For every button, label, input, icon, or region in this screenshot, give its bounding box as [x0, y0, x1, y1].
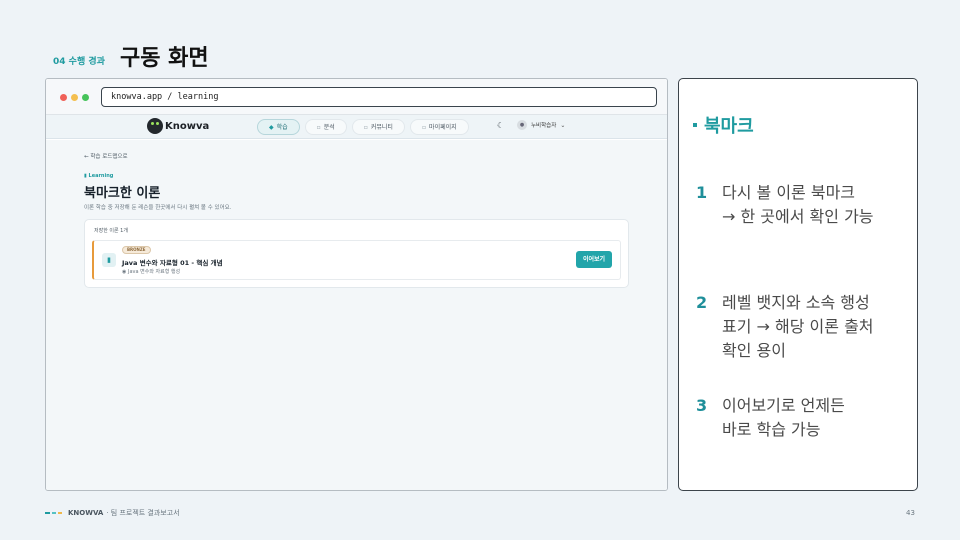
bookmark-card: 저장한 이론 1개 ▮ BRONZE Java 변수와 자료형 01 - 핵심 …	[84, 219, 629, 288]
close-window-dot[interactable]	[60, 94, 67, 101]
avatar: ●	[517, 120, 527, 130]
feature-point: 3 이어보기로 언제든바로 학습 가능	[696, 394, 845, 442]
panel-title-text: 북마크	[704, 116, 754, 137]
brand-mark-icon	[45, 512, 62, 514]
tab-analysis[interactable]: ▫ 분석	[304, 119, 347, 135]
chevron-down-icon: ⌄	[560, 121, 566, 129]
main-content: ← 학습 로드맵으로 ▮ Learning 북마크한 이론 이론 학습 중 저장…	[46, 140, 667, 490]
point-line: → 한 곳에서 확인 가능	[722, 207, 874, 226]
minimize-window-dot[interactable]	[71, 94, 78, 101]
section-pretitle: ▮ Learning	[84, 173, 113, 179]
app-logo[interactable]: Knowva	[147, 118, 209, 134]
tab-mypage[interactable]: ▫ 마이페이지	[409, 119, 469, 135]
continue-button[interactable]: 이어보기	[576, 251, 612, 268]
page-number: 43	[906, 509, 915, 517]
point-text: 이어보기로 언제든바로 학습 가능	[722, 394, 845, 442]
pretitle-text: Learning	[88, 173, 114, 179]
browser-toolbar: knowva.app / learning	[46, 79, 667, 115]
tab-community[interactable]: ▫ 커뮤니티	[351, 119, 405, 135]
tab-label: 학습	[276, 124, 288, 131]
tab-learn[interactable]: ◆ 학습	[257, 119, 300, 135]
point-text: 다시 볼 이론 북마크 → 한 곳에서 확인 가능	[722, 181, 874, 229]
mypage-icon: ▫	[421, 124, 427, 131]
user-name: 누비학습자	[531, 123, 557, 129]
learn-icon: ◆	[269, 124, 274, 131]
page-description: 이론 학습 중 저장해 둔 레슨을 한곳에서 다시 펼쳐 볼 수 있어요.	[84, 205, 232, 211]
tab-label: 분석	[323, 124, 335, 131]
point-line: 이어보기로 언제든	[722, 396, 845, 415]
tab-label: 마이페이지	[429, 124, 457, 131]
footer: KNOWVA · 팀 프로젝트 결과보고서	[45, 508, 180, 518]
logo-text: Knowva	[165, 120, 210, 132]
tab-label: 커뮤니티	[370, 124, 393, 131]
point-number: 2	[696, 293, 708, 312]
point-line: 표기 → 해당 이론 출처	[722, 317, 874, 336]
point-line: 다시 볼 이론 북마크	[722, 183, 856, 202]
point-line: 확인 용이	[722, 341, 786, 360]
list-item[interactable]: ▮ BRONZE Java 변수와 자료형 01 - 핵심 개념 ◉ Java …	[92, 240, 621, 280]
slide-title: 구동 화면	[120, 46, 209, 71]
point-line: 바로 학습 가능	[722, 420, 821, 439]
app-navbar: Knowva ◆ 학습 ▫ 분석 ▫ 커뮤니티 ▫ 마이페이지 ☾ ● 누비학습자 ⌄	[46, 115, 667, 139]
page-title: 북마크한 이론	[84, 186, 161, 201]
lesson-source: ◉ Java 변수와 자료형 행성	[122, 268, 180, 275]
browser-window: knowva.app / learning Knowva ◆ 학습 ▫ 분석 ▫ 커뮤니티…	[45, 78, 668, 491]
address-bar[interactable]: knowva.app / learning	[101, 87, 657, 107]
maximize-window-dot[interactable]	[82, 94, 89, 101]
bullet-square-icon	[693, 123, 697, 127]
nav-tabs: ◆ 학습 ▫ 분석 ▫ 커뮤니티 ▫ 마이페이지	[257, 119, 469, 135]
back-to-roadmap-link[interactable]: ← 학습 로드맵으로	[84, 152, 128, 160]
planet-icon: ◉	[122, 269, 127, 275]
source-text: Java 변수와 자료형 행성	[127, 269, 181, 275]
lesson-title[interactable]: Java 변수와 자료형 01 - 핵심 개념	[122, 257, 223, 267]
point-number: 3	[696, 396, 708, 415]
community-icon: ▫	[363, 124, 368, 131]
panel-title: 북마크	[693, 112, 754, 138]
saved-count: 저장한 이론 1개	[94, 228, 128, 234]
bookmark-icon: ▮	[102, 253, 116, 267]
dark-mode-toggle-icon[interactable]: ☾	[497, 121, 504, 130]
bookmark-icon: ▮	[84, 173, 87, 179]
footer-text: · 팀 프로젝트 결과보고서	[106, 509, 180, 517]
feature-panel: 북마크 1 다시 볼 이론 북마크 → 한 곳에서 확인 가능 2 레벨 뱃지와 소속 …	[678, 78, 918, 491]
point-line: 레벨 뱃지와 소속 행성	[722, 293, 870, 312]
feature-point: 2 레벨 뱃지와 소속 행성표기 → 해당 이론 출처확인 용이	[696, 291, 874, 363]
feature-point: 1 다시 볼 이론 북마크 → 한 곳에서 확인 가능	[696, 181, 874, 229]
level-badge: BRONZE	[122, 246, 151, 254]
point-number: 1	[696, 183, 708, 202]
section-tag: 04 수행 경과	[53, 57, 105, 67]
knowva-logo-icon	[147, 118, 163, 134]
user-menu[interactable]: ● 누비학습자 ⌄	[517, 120, 565, 130]
footer-brand: KNOWVA	[68, 509, 104, 517]
point-text: 레벨 뱃지와 소속 행성표기 → 해당 이론 출처확인 용이	[722, 291, 874, 363]
analysis-icon: ▫	[316, 124, 321, 131]
